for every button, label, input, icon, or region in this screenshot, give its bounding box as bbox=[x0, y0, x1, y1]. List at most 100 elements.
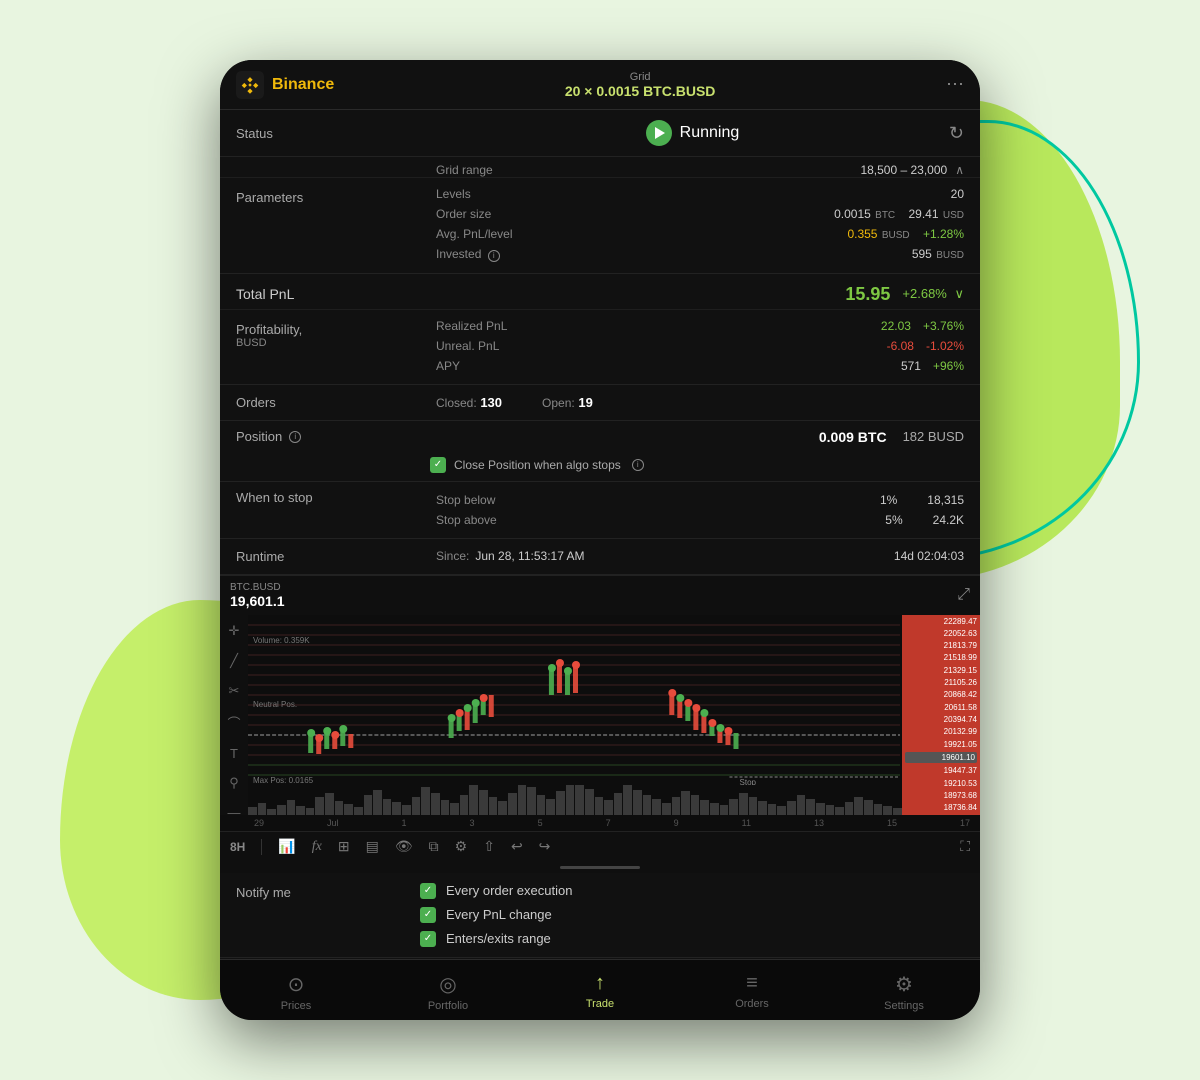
chart-body: ✛ ╱ ✂ ⌒ T ⚲ — bbox=[220, 615, 980, 815]
play-button[interactable] bbox=[646, 120, 672, 146]
timeframe-button[interactable]: 8H bbox=[230, 840, 245, 854]
volume-bar bbox=[469, 785, 478, 815]
invested-info-icon[interactable]: i bbox=[488, 250, 500, 262]
notify-check-3[interactable]: ✓ bbox=[420, 931, 436, 947]
nav-prices[interactable]: ⊙ Prices bbox=[220, 968, 372, 1016]
fullscreen-icon[interactable]: ⛶ bbox=[960, 838, 970, 854]
runtime-label: Runtime bbox=[236, 549, 436, 564]
avg-pnl-val-container: 0.355 BUSD +1.28% bbox=[847, 227, 964, 241]
header-right: ⋯ bbox=[946, 74, 964, 95]
volume-bar bbox=[450, 803, 459, 815]
position-info-icon[interactable]: i bbox=[289, 431, 301, 443]
volume-bar bbox=[623, 785, 632, 815]
levels-val: 20 bbox=[951, 187, 964, 201]
notify-item-1: ✓ Every order execution bbox=[420, 883, 980, 899]
bottom-nav: ⊙ Prices ◎ Portfolio ↑ Trade ≡ Orders ⚙ … bbox=[220, 959, 980, 1020]
profitability-row: Profitability, BUSD Realized PnL 22.03 +… bbox=[220, 310, 980, 384]
volume-bar bbox=[739, 793, 748, 815]
invested-unit: BUSD bbox=[936, 250, 964, 261]
x-label-29: 29 bbox=[254, 818, 264, 828]
order-size-btc: 0.0015 bbox=[834, 207, 871, 221]
chart-symbol: BTC.BUSD bbox=[230, 582, 285, 593]
volume-bar bbox=[277, 805, 286, 815]
nav-settings[interactable]: ⚙ Settings bbox=[828, 968, 980, 1016]
volume-bar bbox=[306, 808, 315, 815]
expand-chart-icon[interactable]: ⤢ bbox=[957, 586, 970, 604]
layers-icon[interactable]: ⧉ bbox=[429, 838, 439, 855]
indicators-icon[interactable]: 📊 bbox=[278, 838, 295, 855]
fx-icon[interactable]: fx bbox=[312, 839, 322, 855]
crosshair-tool-icon[interactable]: ⊞ bbox=[338, 838, 350, 855]
close-position-info-icon[interactable]: i bbox=[632, 459, 644, 471]
stop-below-row: Stop below 1% 18,315 bbox=[436, 490, 964, 510]
volume-bar bbox=[595, 797, 604, 815]
stop-above-vals: 5% 24.2K bbox=[885, 513, 964, 527]
price-tick-8: 20611.58 bbox=[905, 703, 977, 712]
more-icon[interactable]: ⋯ bbox=[946, 74, 964, 94]
nav-portfolio[interactable]: ◎ Portfolio bbox=[372, 968, 524, 1016]
volume-bar bbox=[864, 800, 873, 815]
stop-rows: Stop below 1% 18,315 Stop above 5% 24.2K bbox=[436, 490, 964, 530]
magnet-icon[interactable]: ⚲ bbox=[229, 775, 239, 791]
realized-pnl-pct: +3.76% bbox=[923, 319, 964, 333]
chevron-expand-icon[interactable]: ∨ bbox=[954, 286, 964, 301]
text-tool-icon[interactable]: T bbox=[230, 746, 238, 761]
volume-bar bbox=[518, 785, 527, 815]
runtime-content: Since: Jun 28, 11:53:17 AM 14d 02:04:03 bbox=[436, 549, 964, 563]
chevron-up-icon[interactable]: ∧ bbox=[955, 163, 964, 177]
lock-icon[interactable]: — bbox=[228, 805, 241, 815]
parameters-label: Parameters bbox=[220, 178, 420, 273]
volume-bar bbox=[768, 804, 777, 815]
volume-bar bbox=[604, 800, 613, 815]
volume-bar bbox=[546, 799, 555, 815]
x-label-17: 17 bbox=[960, 818, 970, 828]
chart-symbol-price: BTC.BUSD 19,601.1 bbox=[230, 582, 285, 609]
notify-check-1[interactable]: ✓ bbox=[420, 883, 436, 899]
params-content: Levels 20 Order size 0.0015 BTC 29.41 US… bbox=[420, 178, 980, 273]
settings-gear-icon[interactable]: ⚙ bbox=[455, 838, 468, 855]
volume-bar bbox=[883, 806, 892, 815]
eye-icon[interactable]: 👁 bbox=[395, 838, 413, 855]
x-label-7: 7 bbox=[606, 818, 611, 828]
notify-check-2[interactable]: ✓ bbox=[420, 907, 436, 923]
refresh-icon[interactable]: ↻ bbox=[949, 123, 964, 144]
notify-item-3: ✓ Enters/exits range bbox=[420, 931, 980, 947]
x-label-11: 11 bbox=[742, 818, 751, 828]
volume-bar bbox=[797, 795, 806, 815]
volume-bar bbox=[537, 795, 546, 815]
volume-bar bbox=[893, 808, 902, 815]
volume-bar bbox=[431, 793, 440, 815]
stop-above-val: 24.2K bbox=[933, 513, 964, 527]
volume-bar bbox=[373, 790, 382, 815]
nav-trade[interactable]: ↑ Trade bbox=[524, 968, 676, 1016]
share-icon[interactable]: ⇧ bbox=[483, 838, 495, 855]
line-tool-icon[interactable]: ╱ bbox=[230, 653, 238, 669]
total-pnl-label: Total PnL bbox=[236, 286, 294, 302]
volume-bar bbox=[508, 793, 517, 815]
redo-icon[interactable]: ↪ bbox=[539, 838, 551, 855]
order-size-val: 0.0015 BTC 29.41 USD bbox=[834, 207, 964, 221]
grid-label: Grid bbox=[565, 71, 716, 83]
binance-logo-icon bbox=[236, 71, 264, 99]
invested-val: 595 bbox=[912, 247, 932, 261]
volume-bar bbox=[854, 797, 863, 815]
undo-icon[interactable]: ↩ bbox=[511, 838, 523, 855]
close-position-check[interactable]: ✓ bbox=[430, 457, 446, 473]
chart-type-icon[interactable]: ▤ bbox=[366, 838, 379, 855]
scissors-icon[interactable]: ✂ bbox=[229, 683, 240, 699]
svg-text:Volume: 0.359K: Volume: 0.359K bbox=[253, 636, 310, 645]
total-pnl-value: 15.95 bbox=[845, 284, 890, 305]
volume-bar bbox=[392, 802, 401, 815]
volume-bar bbox=[614, 793, 623, 815]
svg-text:Neutral Pos.: Neutral Pos. bbox=[253, 700, 297, 709]
notify-items-list: ✓ Every order execution ✓ Every PnL chan… bbox=[420, 883, 980, 947]
crosshair-icon[interactable]: ✛ bbox=[229, 623, 240, 639]
volume-bar bbox=[460, 795, 469, 815]
status-value: Running bbox=[680, 124, 740, 142]
orders-section: Orders Closed: 130 Open: 19 bbox=[220, 385, 980, 421]
price-tick-2: 22052.63 bbox=[905, 629, 977, 638]
curve-tool-icon[interactable]: ⌒ bbox=[227, 713, 240, 732]
nav-orders[interactable]: ≡ Orders bbox=[676, 968, 828, 1016]
levels-key: Levels bbox=[436, 187, 471, 201]
prices-icon: ⊙ bbox=[288, 972, 305, 997]
